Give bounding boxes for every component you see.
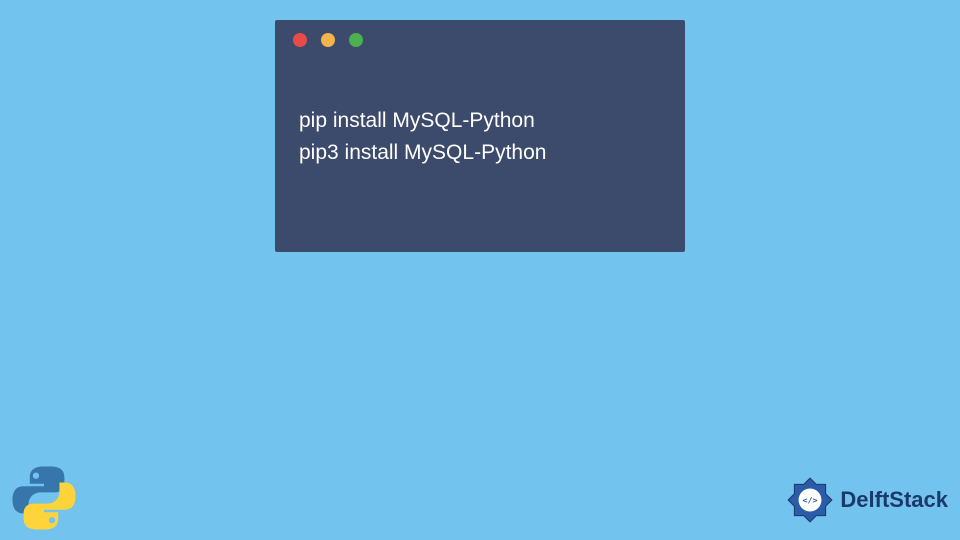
terminal-titlebar xyxy=(275,20,685,60)
svg-text:</>: </> xyxy=(803,495,818,505)
code-line: pip3 install MySQL-Python xyxy=(299,137,661,169)
maximize-icon[interactable] xyxy=(349,33,363,47)
terminal-window: pip install MySQL-Python pip3 install My… xyxy=(275,20,685,252)
code-area: pip install MySQL-Python pip3 install My… xyxy=(275,60,685,168)
code-line: pip install MySQL-Python xyxy=(299,105,661,137)
close-icon[interactable] xyxy=(293,33,307,47)
brand-icon: </> xyxy=(784,474,836,526)
python-icon xyxy=(10,464,78,532)
brand-name: DelftStack xyxy=(840,487,948,513)
brand-logo: </> DelftStack xyxy=(784,474,948,526)
minimize-icon[interactable] xyxy=(321,33,335,47)
